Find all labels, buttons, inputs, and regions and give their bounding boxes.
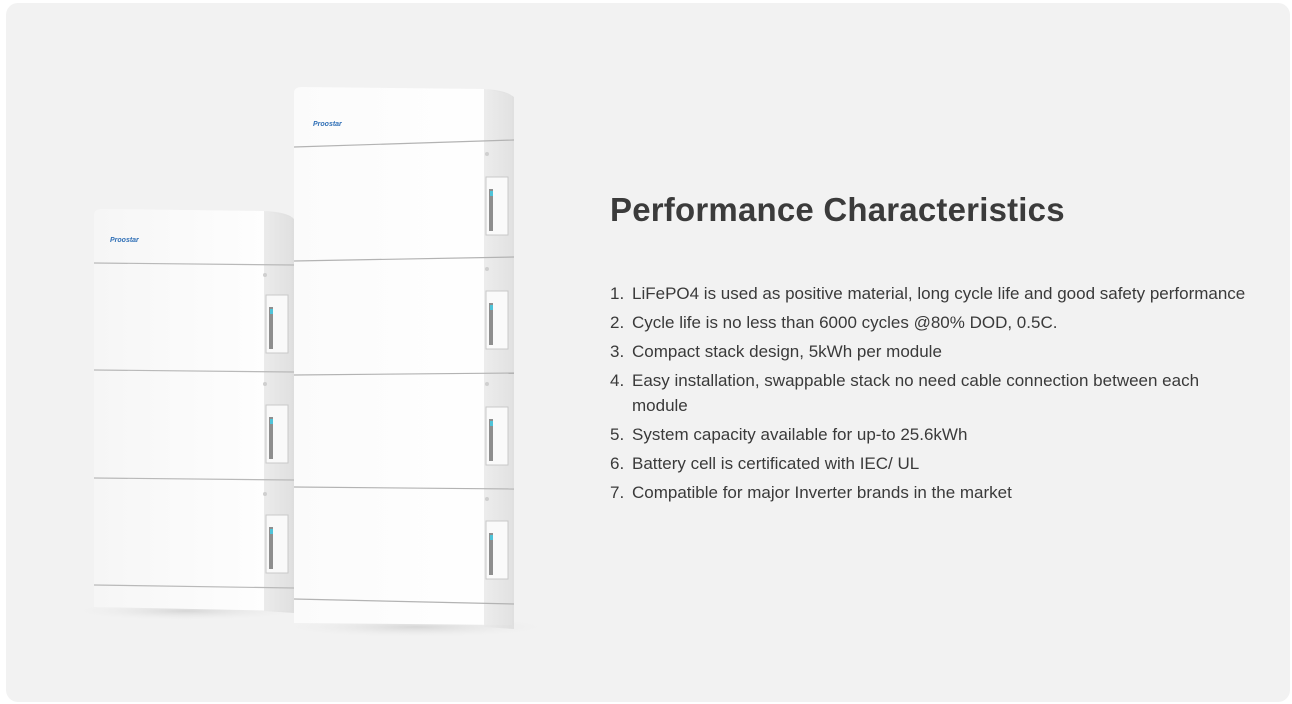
features-list: 1. LiFePO4 is used as positive material, … bbox=[610, 282, 1250, 505]
feature-item: 2. Cycle life is no less than 6000 cycles… bbox=[610, 313, 1058, 332]
left-battery-stack: Proostar bbox=[93, 209, 295, 613]
features-section: Performance Characteristics 1. LiFePO4 is… bbox=[610, 188, 1250, 510]
content-card: Proostar Proostar Performance Characteri… bbox=[6, 3, 1290, 702]
svg-text:Proostar: Proostar bbox=[313, 121, 343, 128]
section-title: Performance Characteristics bbox=[610, 191, 1065, 228]
feature-item: 4. Easy installation, swappable stack no … bbox=[610, 371, 1200, 415]
right-battery-stack: Proostar bbox=[293, 87, 515, 629]
feature-item: 3. Compact stack design, 5kWh per module bbox=[610, 342, 942, 361]
feature-item: 5. System capacity available for up-to 25… bbox=[610, 424, 968, 444]
feature-item: 6. Battery cell is certificated with IEC/… bbox=[610, 453, 920, 473]
feature-item: 1. LiFePO4 is used as positive material, … bbox=[610, 284, 1246, 303]
svg-text:Proostar: Proostar bbox=[110, 237, 140, 244]
feature-item: 7. Compatible for major Inverter brands i… bbox=[610, 482, 1012, 502]
battery-product-image: Proostar Proostar bbox=[6, 3, 566, 702]
